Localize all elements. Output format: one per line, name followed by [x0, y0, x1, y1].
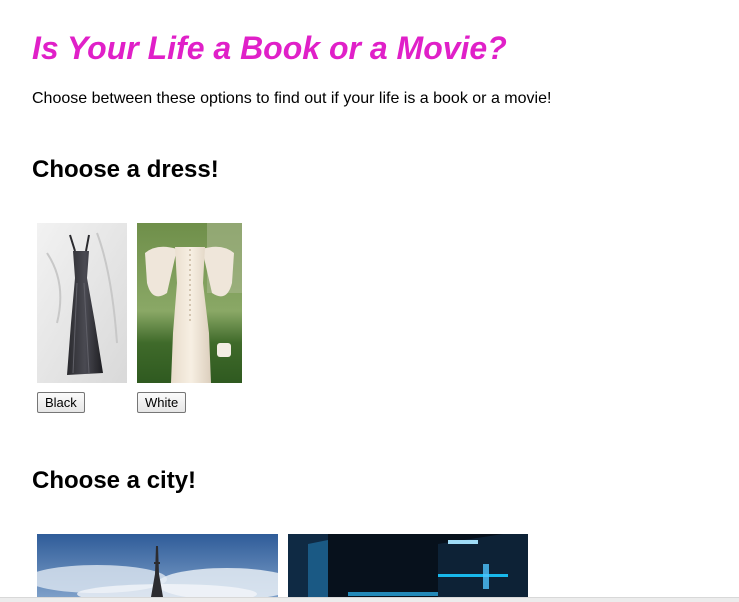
page-title: Is Your Life a Book or a Movie? [32, 30, 507, 66]
white-dress-image [137, 223, 242, 383]
intro-text: Choose between these options to find out… [32, 90, 552, 107]
night-city-image [288, 534, 528, 597]
dress-section-heading: Choose a dress! [32, 156, 219, 183]
white-dress-button[interactable]: White [137, 392, 187, 413]
paris-city-image [37, 534, 278, 597]
horizontal-scrollbar[interactable] [0, 597, 739, 602]
black-dress-image [37, 223, 127, 383]
city-section-heading: Choose a city! [32, 467, 197, 494]
black-dress-button[interactable]: Black [37, 392, 85, 413]
